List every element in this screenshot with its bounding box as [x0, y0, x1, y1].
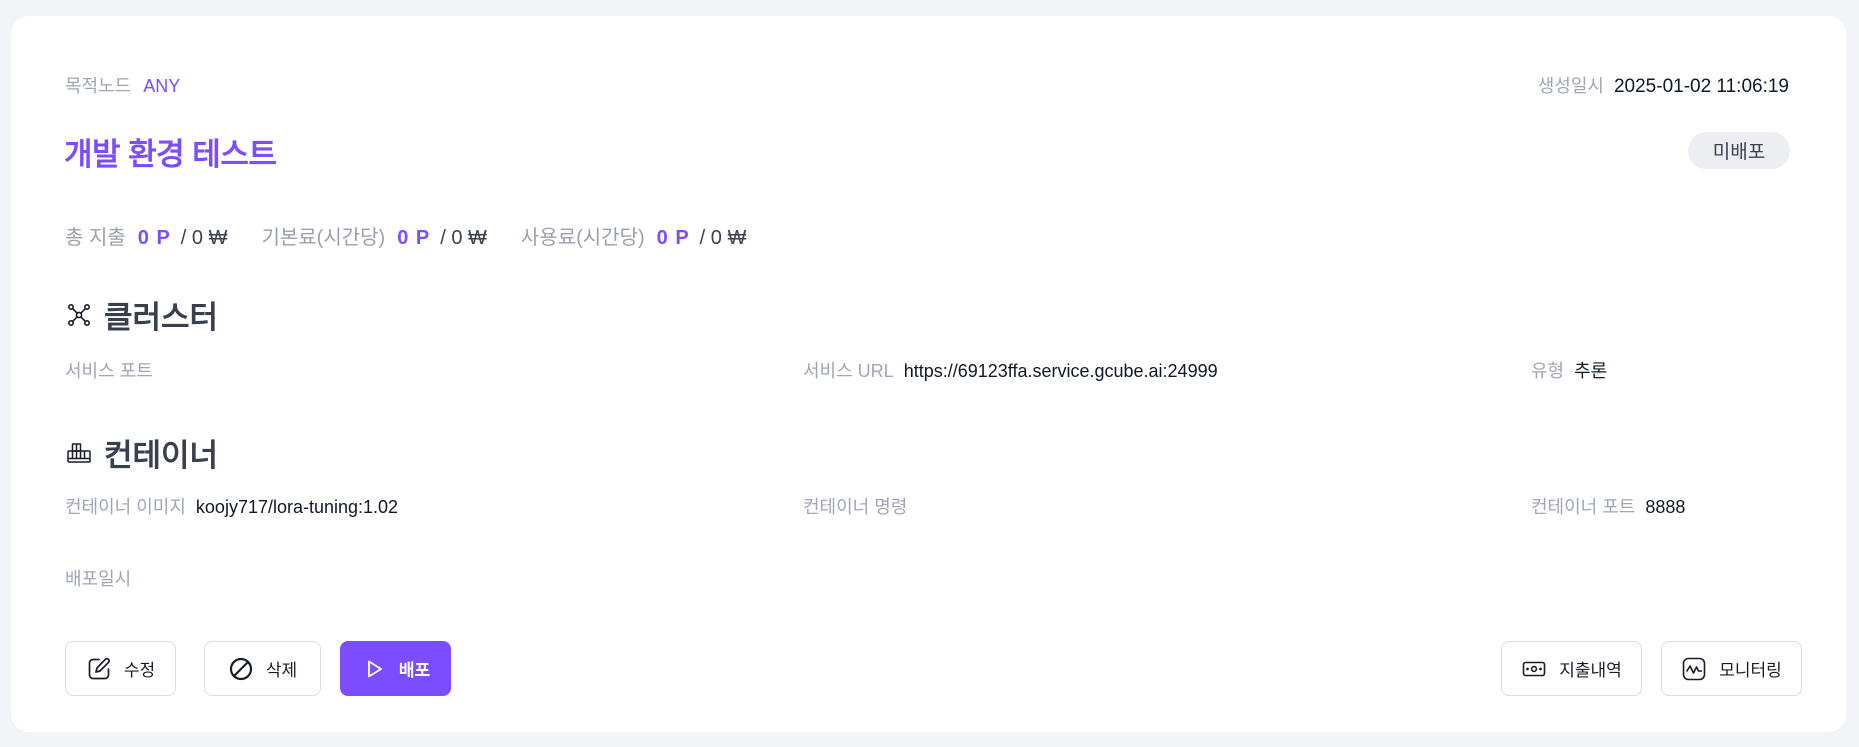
container-section-title: 컨테이너 [66, 430, 218, 475]
deploy-label: 배포 [398, 661, 431, 680]
created-label: 생성일시 [1537, 76, 1604, 96]
deployed-at-field: 배포일시 [65, 565, 141, 591]
cost-summary: 총 지출 0 P / 0 ₩ 기본료(시간당) 0 P / 0 ₩ 사용료(시간… [65, 221, 780, 250]
deployed-at-label: 배포일시 [65, 569, 132, 589]
base-cost-won: / 0 ₩ [440, 227, 487, 249]
type-label: 유형 [1531, 361, 1565, 381]
edit-button[interactable]: 수정 [65, 641, 176, 696]
container-icon [66, 440, 92, 466]
container-image-field: 컨테이너 이미지 koojy717/lora-tuning:1.02 [65, 493, 398, 519]
cluster-title: 클러스터 [104, 300, 219, 335]
total-cost-label: 총 지출 [65, 227, 126, 249]
container-port-field: 컨테이너 포트 8888 [1531, 493, 1685, 519]
created-value: 2025-01-02 11:06:19 [1613, 76, 1789, 97]
container-port-value: 8888 [1645, 497, 1686, 517]
usage-cost-label: 사용료(시간당) [520, 227, 645, 249]
usage-cost-points: 0 P [656, 227, 690, 249]
container-image-value: koojy717/lora-tuning:1.02 [195, 497, 399, 517]
cluster-section-title: 클러스터 [66, 292, 218, 337]
expense-history-label: 지출내역 [1559, 661, 1622, 680]
usage-cost: 사용료(시간당) 0 P / 0 ₩ [521, 221, 746, 250]
service-url-value[interactable]: https://69123ffa.service.gcube.ai:24999 [904, 361, 1218, 382]
workload-card: 목적노드 ANY 생성일시 2025-01-02 11:06:19 개발 환경 테스… [11, 16, 1846, 732]
total-cost-points: 0 P [137, 227, 171, 249]
container-image-label: 컨테이너 이미지 [65, 497, 186, 517]
cluster-network-icon [66, 302, 92, 328]
monitoring-label: 모니터링 [1719, 661, 1782, 680]
delete-label: 삭제 [265, 661, 298, 680]
service-port-label: 서비스 포트 [65, 361, 153, 381]
type-value: 추론 [1574, 361, 1608, 381]
monitoring-button[interactable]: 모니터링 [1661, 641, 1802, 696]
play-icon [361, 656, 387, 682]
target-node-label: 목적노드 [65, 76, 132, 96]
edit-label: 수정 [123, 661, 156, 680]
delete-button[interactable]: 삭제 [204, 641, 321, 696]
service-url-label: 서비스 URL [803, 361, 894, 381]
container-command-field: 컨테이너 명령 [803, 493, 917, 519]
target-node-value: ANY [143, 76, 181, 96]
base-cost-points: 0 P [397, 227, 431, 249]
usage-cost-won: / 0 ₩ [699, 227, 747, 249]
type-field: 유형 추론 [1531, 357, 1607, 383]
base-cost-label: 기본료(시간당) [261, 227, 386, 249]
deploy-button[interactable]: 배포 [340, 641, 451, 696]
container-command-label: 컨테이너 명령 [803, 497, 908, 517]
edit-icon [86, 656, 112, 682]
service-url-field: 서비스 URL https://69123ffa.service.gcube.a… [803, 357, 1218, 383]
target-node: 목적노드 ANY [65, 72, 180, 98]
cash-icon [1521, 656, 1547, 682]
monitoring-chart-icon [1681, 656, 1707, 682]
total-cost: 총 지출 0 P / 0 ₩ [65, 221, 227, 250]
service-port-field: 서비스 포트 [65, 357, 163, 383]
base-cost: 기본료(시간당) 0 P / 0 ₩ [261, 221, 486, 250]
status-badge: 미배포 [1688, 132, 1790, 169]
total-cost-won: / 0 ₩ [180, 227, 228, 249]
page-title: 개발 환경 테스트 [64, 137, 277, 172]
container-title: 컨테이너 [104, 438, 219, 473]
expense-history-button[interactable]: 지출내역 [1501, 641, 1642, 696]
created-at: 생성일시 2025-01-02 11:06:19 [1538, 72, 1789, 98]
container-port-label: 컨테이너 포트 [1531, 497, 1636, 517]
prohibit-icon [228, 656, 254, 682]
